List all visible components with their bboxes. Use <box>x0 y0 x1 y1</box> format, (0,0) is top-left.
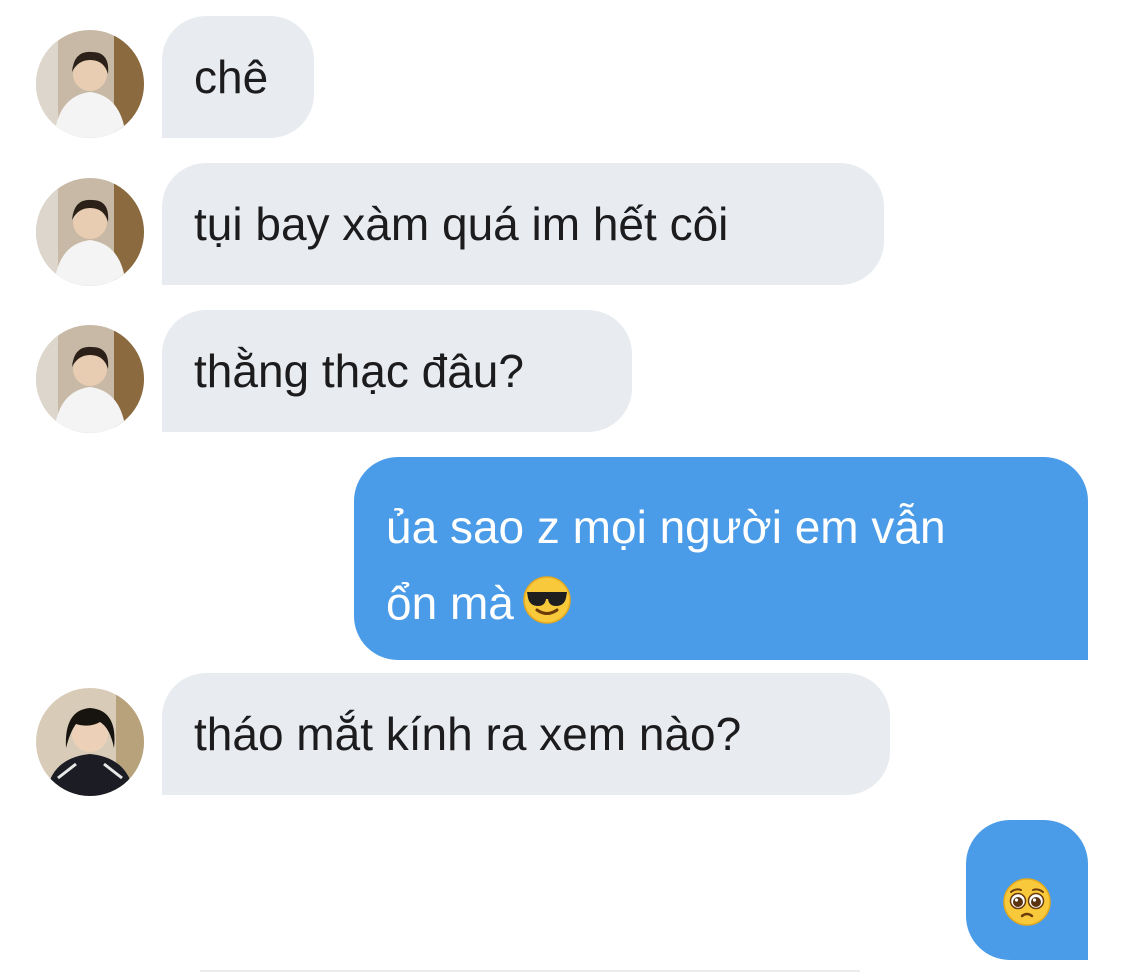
message-text: chê <box>194 51 269 103</box>
avatar-sender-2[interactable] <box>36 178 144 286</box>
message-text: tụi bay xàm quá im hết côi <box>194 198 729 250</box>
user-photo-icon <box>36 688 144 796</box>
message-text-line-1: ủa sao z mọi người em vẫn <box>386 501 946 553</box>
message-bubble-incoming[interactable]: tháo mắt kính ra xem nào? <box>162 673 890 795</box>
message-text: tháo mắt kính ra xem nào? <box>194 708 742 760</box>
user-photo-icon <box>36 178 144 286</box>
message-text-line-2: ổn mà <box>386 565 1056 647</box>
message-bubble-outgoing[interactable]: ủa sao z mọi người em vẫn ổn mà <box>354 457 1088 660</box>
pleading-face-icon <box>1002 873 1052 926</box>
bottom-divider <box>200 970 860 972</box>
message-bubble-incoming[interactable]: tụi bay xàm quá im hết côi <box>162 163 884 285</box>
message-text: thằng thạc đâu? <box>194 345 524 397</box>
avatar-sender-4[interactable] <box>36 688 144 796</box>
avatar-sender-3[interactable] <box>36 325 144 433</box>
smiling-face-with-sunglasses-icon <box>522 571 572 647</box>
message-text: ổn mà <box>386 577 514 629</box>
user-photo-icon <box>36 30 144 138</box>
message-bubble-incoming[interactable]: chê <box>162 16 314 138</box>
user-photo-icon <box>36 325 144 433</box>
message-bubble-incoming[interactable]: thằng thạc đâu? <box>162 310 632 432</box>
avatar-sender-1[interactable] <box>36 30 144 138</box>
message-bubble-outgoing-emoji[interactable] <box>966 820 1088 960</box>
